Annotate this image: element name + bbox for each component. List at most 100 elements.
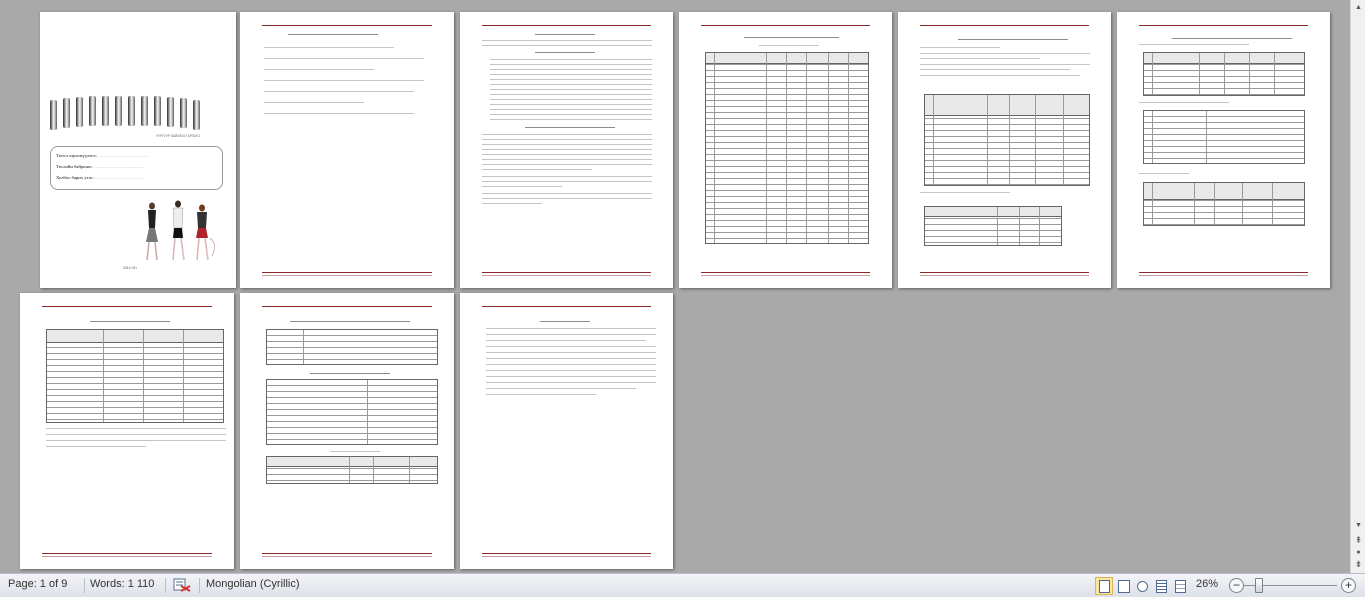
previous-page-button[interactable]: ⇞ (1353, 535, 1364, 546)
risk-table (1143, 110, 1305, 164)
footer-rule (1139, 272, 1308, 273)
text-line (482, 154, 652, 155)
text-line (264, 58, 424, 59)
equipment-table (705, 52, 869, 244)
cover-graphic-bar (167, 97, 174, 127)
text-line (482, 134, 652, 135)
text-line (535, 34, 595, 35)
page-6[interactable] (1117, 12, 1330, 288)
cover-graphic-bar (76, 97, 83, 127)
web-layout-view-button[interactable] (1133, 577, 1151, 595)
full-screen-reading-view-button[interactable] (1114, 577, 1132, 595)
scroll-up-button[interactable]: ▲ (1353, 2, 1364, 13)
text-line (486, 364, 656, 365)
zoom-level[interactable]: 26% (1196, 578, 1218, 590)
footer-rule (42, 556, 212, 557)
text-line (482, 181, 652, 182)
text-line (482, 159, 652, 160)
text-line (486, 334, 656, 335)
text-line (486, 394, 596, 395)
text-line (490, 69, 652, 70)
header-rule (262, 306, 432, 307)
page-3[interactable] (460, 12, 673, 288)
text-line (486, 352, 656, 353)
page-4[interactable] (679, 12, 892, 288)
page-7[interactable] (20, 293, 234, 569)
financial-table (46, 329, 224, 423)
header-rule (482, 25, 651, 26)
scroll-down-button[interactable]: ▼ (1353, 520, 1364, 531)
text-line (920, 69, 1070, 70)
word-count[interactable]: Words: 1 110 (90, 578, 154, 590)
footer-rule (262, 556, 432, 557)
text-line (482, 139, 652, 140)
page-9[interactable] (460, 293, 673, 569)
text-line (482, 198, 652, 199)
zoom-slider-thumb[interactable] (1255, 578, 1263, 593)
footer-rule (701, 272, 870, 273)
print-layout-icon (1099, 580, 1110, 593)
text-line (486, 370, 656, 371)
text-line (264, 69, 374, 70)
cover-dots: …………………………… (93, 164, 145, 169)
cover-info-box: Төсөл хэрэгжүүлэгч: …………………………… Төслийн … (50, 146, 223, 190)
loan-table (1143, 182, 1305, 226)
draft-view-button[interactable] (1171, 577, 1189, 595)
text-line (920, 75, 1080, 76)
footer-rule (262, 272, 432, 273)
language-indicator[interactable]: Mongolian (Cyrillic) (206, 578, 300, 590)
header-rule (701, 25, 870, 26)
text-line (490, 94, 652, 95)
footer-rule (262, 553, 432, 554)
footer-rule (262, 275, 432, 276)
next-page-button[interactable]: ⇟ (1353, 559, 1364, 570)
text-line (46, 440, 226, 441)
cover-footer-year: 2014 ОН (123, 266, 137, 270)
budget-table (266, 456, 438, 484)
zoom-in-button[interactable]: + (1341, 578, 1356, 593)
print-layout-view-button[interactable] (1095, 577, 1113, 595)
page-8[interactable] (240, 293, 454, 569)
full-screen-reading-icon (1118, 580, 1130, 593)
text-line (482, 186, 562, 187)
page-5[interactable] (898, 12, 1111, 288)
text-line (264, 47, 394, 48)
draft-icon (1175, 580, 1186, 593)
page-count[interactable]: Page: 1 of 9 (8, 578, 67, 590)
text-line (490, 59, 652, 60)
page-2[interactable] (240, 12, 454, 288)
text-line (540, 321, 590, 322)
footer-rule (42, 553, 212, 554)
text-line (310, 373, 390, 374)
text-line (490, 104, 652, 105)
page-1-cover[interactable]: УУРГУУР БАЙЛАГА ГАРЛАГО Төсөл хэрэгжүүлэ… (40, 12, 236, 288)
text-line (744, 37, 839, 38)
outline-view-button[interactable] (1152, 577, 1170, 595)
schedule-table (1143, 52, 1305, 96)
cover-graphic-bar (50, 100, 57, 130)
text-line (1172, 38, 1292, 39)
cover-graphic-bar (102, 96, 109, 126)
cover-field-phone: Холбоо барих утас: (56, 175, 94, 180)
cover-graphic-bar (193, 100, 200, 130)
zoom-out-button[interactable]: − (1229, 578, 1244, 593)
header-rule (920, 25, 1089, 26)
vertical-scrollbar[interactable]: ▲ ▼ ⇞ ● ⇟ (1350, 0, 1365, 573)
text-line (486, 382, 656, 383)
text-line (920, 64, 1090, 65)
text-line (535, 52, 595, 53)
document-workspace[interactable]: УУРГУУР БАЙЛАГА ГАРЛАГО Төсөл хэрэгжүүлэ… (0, 0, 1350, 573)
select-browse-object-button[interactable]: ● (1353, 547, 1364, 558)
text-line (46, 428, 226, 429)
cover-graphic-bar (128, 96, 135, 126)
footer-rule (482, 275, 651, 276)
spellcheck-icon[interactable] (172, 577, 192, 593)
footer-rule (482, 553, 651, 554)
text-line (490, 64, 652, 65)
text-line (490, 99, 652, 100)
text-line (482, 40, 652, 41)
text-line (486, 340, 646, 341)
text-line (482, 144, 652, 145)
swot-table (266, 379, 438, 445)
text-line (482, 176, 652, 177)
